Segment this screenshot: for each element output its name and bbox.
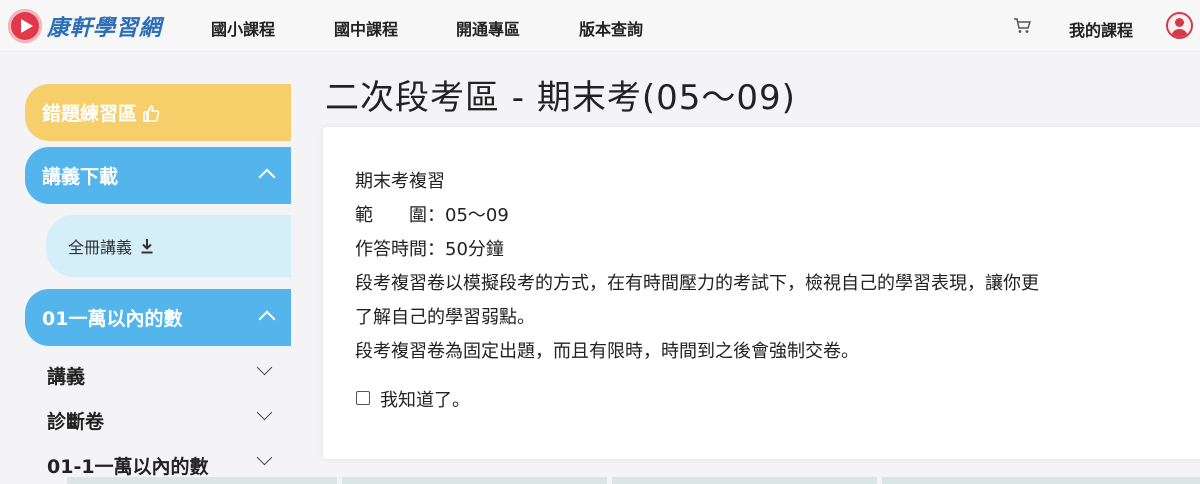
user-icon[interactable] bbox=[1166, 12, 1193, 39]
thumbs-up-icon bbox=[143, 104, 160, 122]
acknowledge-checkbox[interactable] bbox=[356, 391, 370, 405]
chevron-up-icon bbox=[258, 310, 276, 328]
sidebar-chapter-01[interactable]: 01一萬以內的數 bbox=[25, 289, 291, 346]
handout-download-label: 講義下載 bbox=[42, 166, 119, 188]
nav-activation[interactable]: 開通專區 bbox=[456, 16, 520, 40]
nav-version-lookup[interactable]: 版本查詢 bbox=[579, 16, 643, 40]
chevron-up-icon bbox=[258, 168, 276, 186]
sidebar-item-diagnostic[interactable]: 診斷卷 bbox=[47, 407, 104, 434]
acknowledge-label[interactable]: 我知道了。 bbox=[380, 386, 470, 412]
top-header: 康軒學習網 國小課程 國中課程 開通專區 版本查詢 我的課程 bbox=[0, 0, 1200, 52]
exam-description-3: 段考複習卷為固定出題，而且有限時，時間到之後會強制交卷。 bbox=[355, 341, 859, 362]
my-courses-link[interactable]: 我的課程 bbox=[1069, 17, 1133, 41]
bottom-cards-edge bbox=[67, 477, 1200, 484]
nav-elementary[interactable]: 國小課程 bbox=[211, 16, 275, 40]
nav-junior-high[interactable]: 國中課程 bbox=[334, 16, 398, 40]
play-logo-icon bbox=[8, 9, 42, 43]
exam-description-1: 段考複習卷以模擬段考的方式，在有時間壓力的考試下，檢視自己的學習表現，讓你更 bbox=[355, 273, 1039, 294]
sidebar-item-handout[interactable]: 講義 bbox=[47, 362, 85, 389]
site-logo[interactable]: 康軒學習網 bbox=[8, 8, 162, 44]
exam-range: 範 圍：05～09 bbox=[355, 205, 509, 226]
chevron-down-icon[interactable] bbox=[256, 359, 273, 376]
full-handout-label: 全冊講義 bbox=[68, 238, 133, 257]
sidebar-item-section-01-1[interactable]: 01-1一萬以內的數 bbox=[47, 452, 209, 479]
sidebar-mistake-practice[interactable]: 錯題練習區 bbox=[25, 84, 291, 141]
chevron-down-icon[interactable] bbox=[256, 404, 273, 421]
mistake-practice-label: 錯題練習區 bbox=[42, 103, 138, 125]
brand-name: 康軒學習網 bbox=[47, 16, 163, 41]
exam-description-2: 了解自己的學習弱點。 bbox=[355, 307, 535, 328]
cart-icon[interactable] bbox=[1013, 18, 1031, 34]
exam-name: 期末考複習 bbox=[355, 171, 445, 192]
chapter-label: 01一萬以內的數 bbox=[42, 308, 183, 330]
sidebar-full-handout[interactable]: 全冊講義 bbox=[46, 215, 291, 277]
download-icon bbox=[141, 239, 153, 254]
exam-duration: 作答時間：50分鐘 bbox=[355, 239, 504, 260]
chevron-down-icon[interactable] bbox=[256, 449, 273, 466]
sidebar-handout-download[interactable]: 講義下載 bbox=[25, 147, 291, 204]
page-title: 二次段考區 - 期末考(05～09) bbox=[325, 78, 796, 118]
